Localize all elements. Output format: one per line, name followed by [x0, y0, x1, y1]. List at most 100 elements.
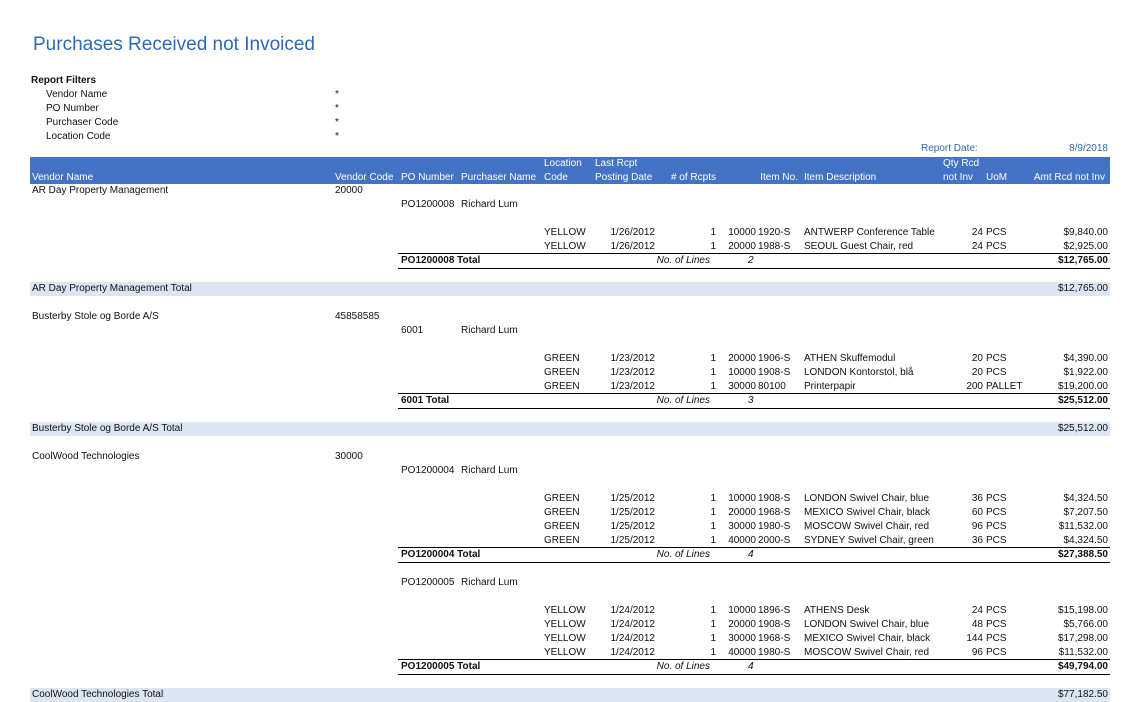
- vendor-code: 20000: [335, 185, 363, 196]
- vendor-code: 30000: [335, 451, 363, 462]
- line-no: 30000: [728, 381, 756, 392]
- po-total-rule: [398, 268, 1110, 269]
- uom: PCS: [986, 507, 1007, 518]
- num-rcpts: 1: [710, 535, 716, 546]
- qty-received: 200: [966, 381, 983, 392]
- num-rcpts: 1: [710, 381, 716, 392]
- header-location-top: Location: [544, 158, 582, 169]
- line-count: 4: [748, 661, 754, 672]
- table-row: YELLOW 1/24/2012 1 10000 1896-S ATHENS Desk 24…: [30, 604, 1110, 618]
- line-no: 20000: [728, 619, 756, 630]
- header-item-desc: Item Description: [804, 172, 877, 183]
- vendor-total-row: AR Day Property Management Total $12,765.…: [30, 282, 1110, 296]
- item-no: 2000-S: [758, 535, 791, 546]
- qty-received: 48: [971, 619, 983, 630]
- item-no: 1908-S: [758, 493, 791, 504]
- uom: PALLET: [986, 381, 1023, 392]
- po-number: 6001: [401, 325, 424, 336]
- item-no: 1988-S: [758, 241, 791, 252]
- posting-date: 1/23/2012: [610, 353, 656, 364]
- location-code: GREEN: [544, 521, 580, 532]
- header-qty-top: Qty Rcd: [943, 158, 980, 169]
- line-no: 40000: [728, 647, 756, 658]
- item-description: SEOUL Guest Chair, red: [804, 241, 914, 252]
- table-row: GREEN 1/23/2012 1 10000 1908-S LONDON Kontors…: [30, 366, 1110, 380]
- item-no: 1896-S: [758, 605, 791, 616]
- po-total-row: PO1200004 Total No. of Lines 4 $27,388.50: [30, 548, 1110, 562]
- posting-date: 1/24/2012: [610, 633, 656, 644]
- posting-date: 1/25/2012: [610, 535, 656, 546]
- line-no: 30000: [728, 633, 756, 644]
- po-row: 6001 Richard Lum: [30, 324, 1110, 338]
- line-no: 10000: [728, 227, 756, 238]
- num-rcpts: 1: [710, 633, 716, 644]
- line-count: 3: [748, 395, 754, 406]
- po-total-label: PO1200004 Total: [401, 549, 481, 560]
- qty-received: 24: [971, 227, 983, 238]
- po-number: PO1200008: [401, 199, 455, 210]
- po-number: PO1200004: [401, 465, 455, 476]
- amount: $11,532.00: [1058, 647, 1108, 658]
- vendor-total-row: CoolWood Technologies Total $77,182.50: [30, 688, 1110, 702]
- uom: PCS: [986, 493, 1007, 504]
- line-no: 10000: [728, 493, 756, 504]
- header-qty-bottom: not Inv: [943, 172, 974, 183]
- po-total-amount: $27,388.50: [1057, 549, 1108, 560]
- uom: PCS: [986, 633, 1007, 644]
- item-description: MOSCOW Swivel Chair, red: [804, 521, 930, 532]
- purchaser-name: Richard Lum: [461, 199, 518, 210]
- filter-row-location-code: Location Code *: [31, 130, 339, 144]
- po-total-rule: [398, 562, 1110, 563]
- filter-row-vendor-name: Vendor Name *: [31, 88, 339, 102]
- vendor-row: CoolWood Technologies 30000: [30, 450, 1110, 464]
- header-num-rcpts: # of Rcpts: [670, 172, 716, 183]
- filter-label: PO Number: [46, 103, 99, 114]
- po-total-row: PO1200005 Total No. of Lines 4 $49,794.00: [30, 660, 1110, 674]
- qty-received: 60: [971, 507, 983, 518]
- item-no: 1968-S: [758, 507, 791, 518]
- table-row: GREEN 1/25/2012 1 10000 1908-S LONDON Swivel …: [30, 492, 1110, 506]
- qty-received: 36: [971, 535, 983, 546]
- filter-value: *: [335, 131, 339, 142]
- location-code: YELLOW: [544, 605, 586, 616]
- qty-received: 20: [971, 353, 983, 364]
- uom: PCS: [986, 535, 1007, 546]
- po-total-amount: $25,512.00: [1057, 395, 1108, 406]
- item-description: MOSCOW Swivel Chair, red: [804, 647, 930, 658]
- header-last-rcpt-bottom: Posting Date: [595, 172, 653, 183]
- po-total-label: PO1200008 Total: [401, 255, 481, 266]
- uom: PCS: [986, 605, 1007, 616]
- item-description: LONDON Swivel Chair, blue: [804, 493, 930, 504]
- amount: $9,840.00: [1063, 227, 1109, 238]
- item-description: ANTWERP Conference Table: [804, 227, 935, 238]
- amount: $4,324.50: [1063, 493, 1109, 504]
- table-header: Vendor Name Vendor Code PO Number Purcha…: [30, 157, 1110, 184]
- item-no: 1908-S: [758, 367, 791, 378]
- header-location-bottom: Code: [544, 172, 568, 183]
- table-row: GREEN 1/25/2012 1 20000 1968-S MEXICO Swivel …: [30, 506, 1110, 520]
- item-description: MEXICO Swivel Chair, black: [804, 507, 931, 518]
- vendor-total-row: Busterby Stole og Borde A/S Total $25,512…: [30, 422, 1110, 436]
- line-count: 2: [748, 255, 754, 266]
- no-of-lines-label: No. of Lines: [656, 395, 710, 406]
- vendor-total-amount: $12,765.00: [1057, 283, 1108, 294]
- report-date-value: 8/9/2018: [1069, 143, 1108, 154]
- uom: PCS: [986, 353, 1007, 364]
- filter-value: *: [335, 89, 339, 100]
- filter-row-purchaser-code: Purchaser Code *: [31, 116, 339, 130]
- po-total-row: PO1200008 Total No. of Lines 2 $12,765.00: [30, 254, 1110, 268]
- table-row: GREEN 1/23/2012 1 20000 1906-S ATHEN Skuffemo…: [30, 352, 1110, 366]
- vendor-total-amount: $77,182.50: [1057, 689, 1108, 700]
- filter-label: Purchaser Code: [46, 117, 119, 128]
- line-count: 4: [748, 549, 754, 560]
- line-no: 20000: [728, 507, 756, 518]
- header-vendor-name: Vendor Name: [32, 172, 94, 183]
- location-code: YELLOW: [544, 241, 586, 252]
- posting-date: 1/25/2012: [610, 493, 656, 504]
- vendor-total-amount: $25,512.00: [1057, 423, 1108, 434]
- item-description: LONDON Kontorstol, blå: [804, 367, 914, 378]
- location-code: YELLOW: [544, 647, 586, 658]
- item-description: ATHEN Skuffemodul: [804, 353, 896, 364]
- posting-date: 1/24/2012: [610, 647, 656, 658]
- report-filters-heading: Report Filters: [31, 75, 97, 86]
